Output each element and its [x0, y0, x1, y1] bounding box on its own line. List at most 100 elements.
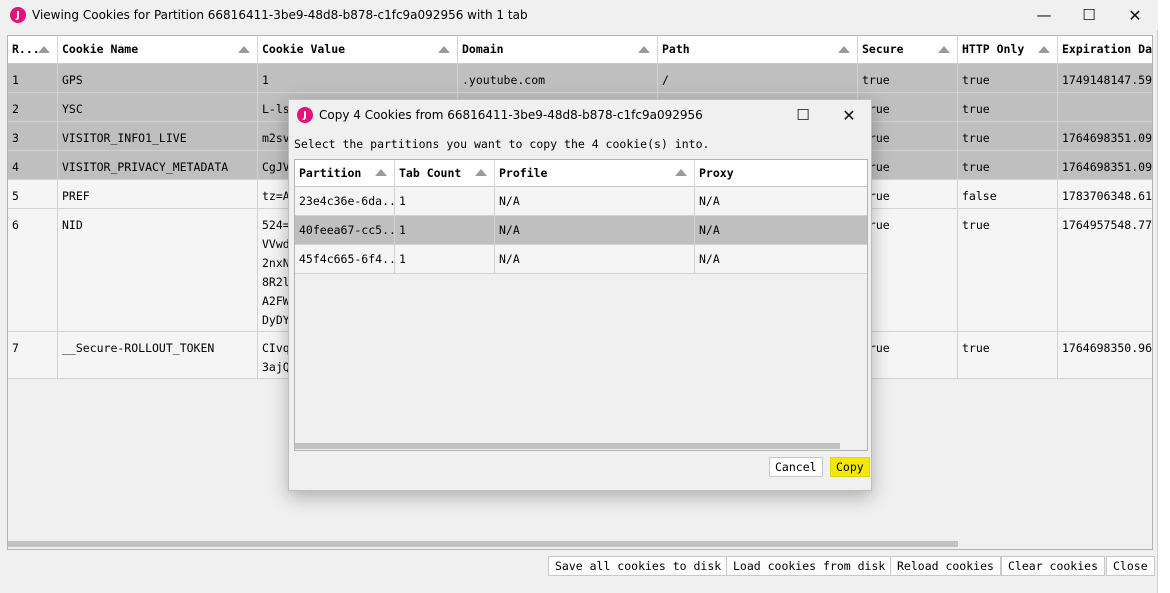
sort-arrow-icon	[838, 46, 850, 53]
cell-http-only: true	[958, 209, 1058, 332]
cell-profile: N/A	[495, 216, 695, 245]
cell-row-number: 4	[8, 151, 58, 180]
cell-expiration: 1749148147.591	[1058, 64, 1152, 93]
column-header-domain[interactable]: Domain	[458, 36, 658, 64]
column-header-row[interactable]: R...	[8, 36, 58, 64]
horizontal-scrollbar[interactable]	[295, 441, 867, 450]
sort-arrow-icon	[38, 46, 50, 53]
sort-arrow-icon	[675, 169, 687, 176]
cell-expiration	[1058, 93, 1152, 122]
close-icon[interactable]: ✕	[826, 100, 872, 130]
window-titlebar[interactable]: J Viewing Cookies for Partition 66816411…	[0, 0, 1158, 30]
cell-cookie-name: NID	[58, 209, 258, 332]
cell-secure: true	[858, 93, 958, 122]
cell-partition: 45f4c665-6f4...	[295, 245, 395, 274]
cell-secure: true	[858, 180, 958, 209]
copy-button[interactable]: Copy	[830, 457, 870, 477]
maximize-icon[interactable]: ☐	[1066, 0, 1112, 30]
cell-profile: N/A	[495, 245, 695, 274]
cell-cookie-name: PREF	[58, 180, 258, 209]
close-button[interactable]: Close	[1106, 556, 1155, 576]
cell-http-only: true	[958, 332, 1058, 379]
sort-arrow-icon	[475, 169, 487, 176]
column-header-cookie-value[interactable]: Cookie Value	[258, 36, 458, 64]
cell-row-number: 6	[8, 209, 58, 332]
minimize-icon[interactable]: —	[1021, 0, 1067, 30]
cell-proxy: N/A	[695, 245, 867, 274]
window-title: Viewing Cookies for Partition 66816411-3…	[32, 8, 528, 22]
cell-tab-count: 1	[395, 187, 495, 216]
cell-cookie-name: VISITOR_PRIVACY_METADATA	[58, 151, 258, 180]
column-header-proxy[interactable]: Proxy	[695, 160, 867, 187]
column-header-expiration[interactable]: Expiration Dat	[1058, 36, 1152, 64]
cancel-button[interactable]: Cancel	[769, 457, 823, 477]
cell-profile: N/A	[495, 187, 695, 216]
partition-row[interactable]: 23e4c36e-6da... 1 N/A N/A	[295, 187, 867, 216]
sort-arrow-icon	[375, 169, 387, 176]
app-logo-icon: J	[297, 107, 313, 123]
scrollbar-thumb[interactable]	[295, 443, 840, 449]
sort-arrow-icon	[438, 46, 450, 53]
cell-secure: true	[858, 209, 958, 332]
clear-cookies-button[interactable]: Clear cookies	[1001, 556, 1106, 576]
column-header-tab-count[interactable]: Tab Count	[395, 160, 495, 187]
partition-row[interactable]: 45f4c665-6f4... 1 N/A N/A	[295, 245, 867, 274]
dialog-instruction: Select the partitions you want to copy t…	[294, 137, 710, 151]
cell-proxy: N/A	[695, 187, 867, 216]
cell-row-number: 1	[8, 64, 58, 93]
scrollbar-thumb[interactable]	[8, 541, 958, 547]
cell-cookie-value: 1	[258, 64, 458, 93]
cell-secure: true	[858, 332, 958, 379]
cell-http-only: false	[958, 180, 1058, 209]
sort-arrow-icon	[1038, 46, 1050, 53]
table-row[interactable]: 1 GPS 1 .youtube.com / true true 1749148…	[8, 64, 1152, 93]
column-header-path[interactable]: Path	[658, 36, 858, 64]
partition-table-header: Partition Tab Count Profile Proxy	[295, 160, 867, 187]
reload-cookies-button[interactable]: Reload cookies	[890, 556, 1001, 576]
column-header-secure[interactable]: Secure	[858, 36, 958, 64]
sort-arrow-icon	[638, 46, 650, 53]
cell-http-only: true	[958, 93, 1058, 122]
cell-http-only: true	[958, 122, 1058, 151]
close-icon[interactable]: ✕	[1112, 0, 1158, 30]
partition-row[interactable]: 40feea67-cc5... 1 N/A N/A	[295, 216, 867, 245]
column-header-cookie-name[interactable]: Cookie Name	[58, 36, 258, 64]
cell-cookie-name: YSC	[58, 93, 258, 122]
cell-tab-count: 1	[395, 216, 495, 245]
cell-expiration: 1764698351.093	[1058, 151, 1152, 180]
cell-expiration: 1764957548.776	[1058, 209, 1152, 332]
dialog-title: Copy 4 Cookies from 66816411-3be9-48d8-b…	[319, 108, 703, 122]
cell-cookie-name: GPS	[58, 64, 258, 93]
app-logo-icon: J	[10, 7, 26, 23]
partition-table[interactable]: Partition Tab Count Profile Proxy 23e4c3…	[294, 159, 868, 451]
cell-partition: 23e4c36e-6da...	[295, 187, 395, 216]
cell-domain: .youtube.com	[458, 64, 658, 93]
cell-secure: true	[858, 151, 958, 180]
dialog-titlebar[interactable]: J Copy 4 Cookies from 66816411-3be9-48d8…	[289, 100, 871, 130]
maximize-icon[interactable]: ☐	[780, 100, 826, 130]
cell-row-number: 3	[8, 122, 58, 151]
cell-http-only: true	[958, 64, 1058, 93]
cell-cookie-name: __Secure-ROLLOUT_TOKEN	[58, 332, 258, 379]
load-cookies-button[interactable]: Load cookies from disk	[726, 556, 893, 576]
cookie-table-header: R... Cookie Name Cookie Value Domain Pat…	[8, 36, 1152, 64]
cell-http-only: true	[958, 151, 1058, 180]
cell-proxy: N/A	[695, 216, 867, 245]
column-header-profile[interactable]: Profile	[495, 160, 695, 187]
cell-expiration: 1783706348.612	[1058, 180, 1152, 209]
sort-arrow-icon	[938, 46, 950, 53]
copy-cookies-dialog: J Copy 4 Cookies from 66816411-3be9-48d8…	[288, 99, 872, 491]
cell-expiration: 1764698351.093	[1058, 122, 1152, 151]
column-header-http-only[interactable]: HTTP Only	[958, 36, 1058, 64]
column-header-partition[interactable]: Partition	[295, 160, 395, 187]
cell-tab-count: 1	[395, 245, 495, 274]
horizontal-scrollbar[interactable]	[8, 539, 1152, 549]
save-all-cookies-button[interactable]: Save all cookies to disk	[548, 556, 729, 576]
cell-secure: true	[858, 122, 958, 151]
cell-row-number: 2	[8, 93, 58, 122]
cell-secure: true	[858, 64, 958, 93]
cell-path: /	[658, 64, 858, 93]
cell-expiration: 1764698350.963	[1058, 332, 1152, 379]
cell-cookie-name: VISITOR_INFO1_LIVE	[58, 122, 258, 151]
cell-row-number: 5	[8, 180, 58, 209]
